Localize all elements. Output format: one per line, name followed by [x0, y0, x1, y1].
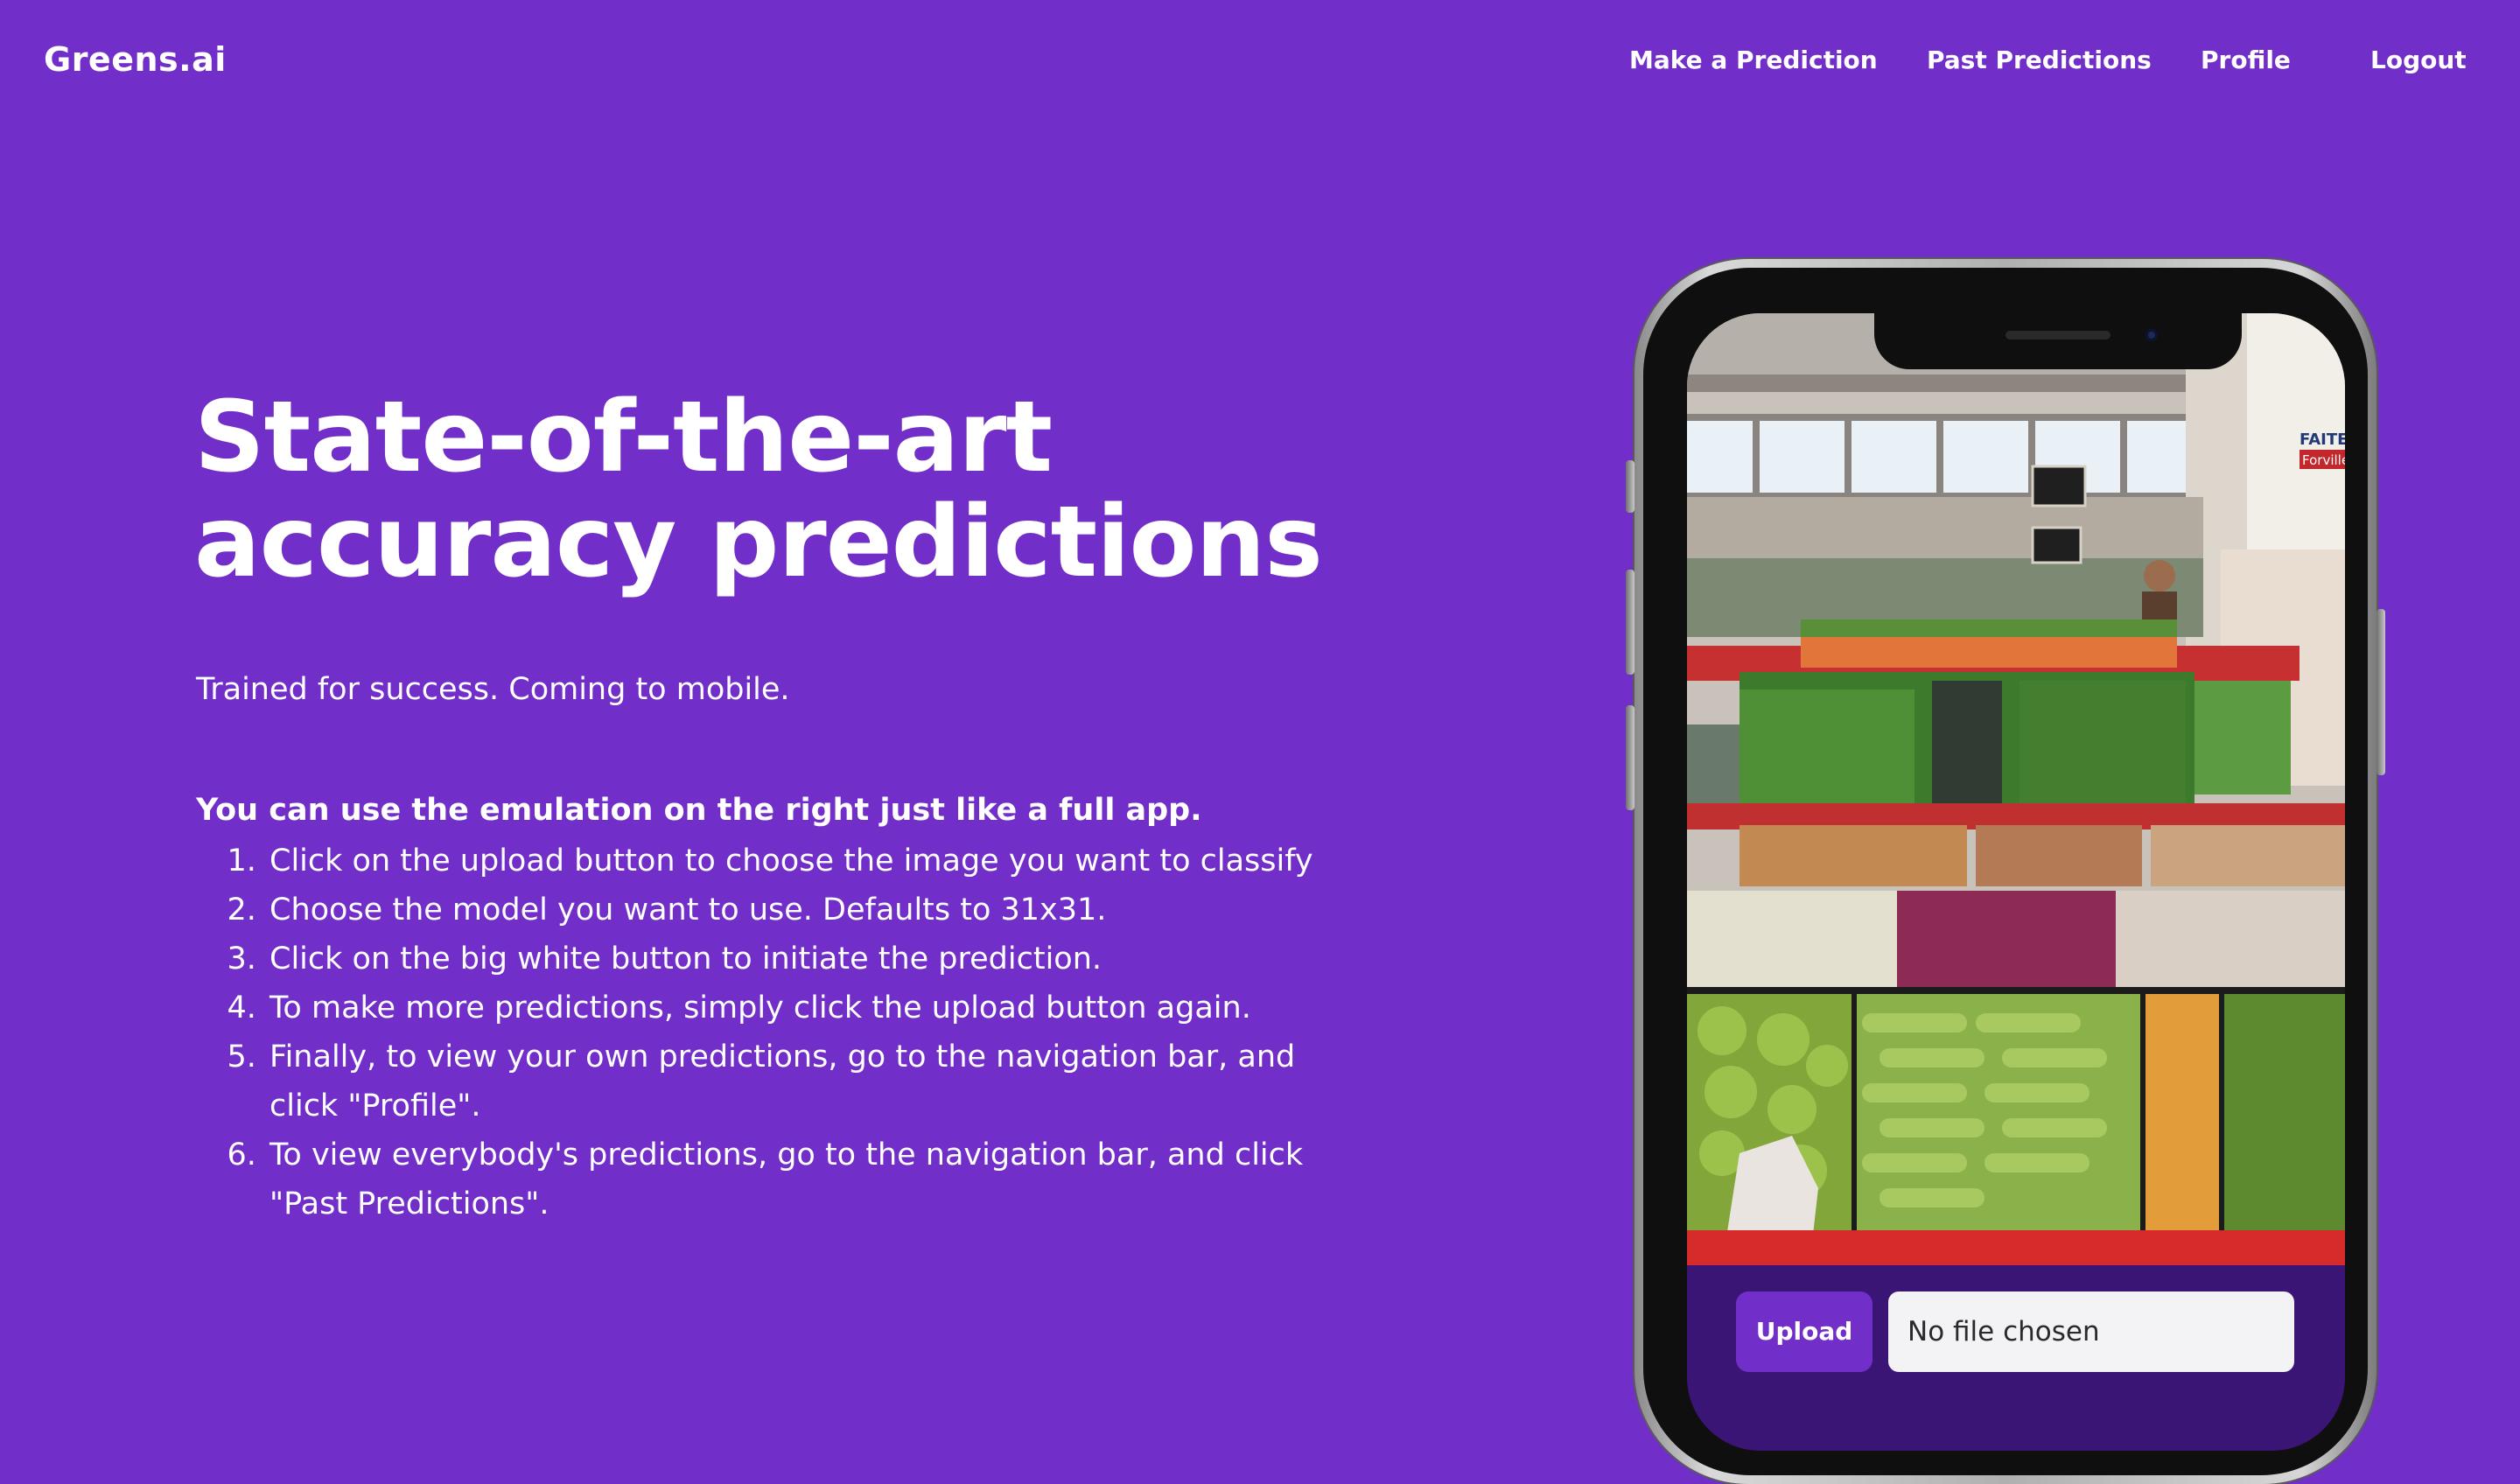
hero-title-line1: State-of-the-art	[194, 381, 1053, 494]
instruction-step: Choose the model you want to use. Defaul…	[266, 886, 1334, 934]
instruction-step: Click on the upload button to choose the…	[266, 836, 1334, 886]
phone-bezel: FAITES Forville	[1643, 268, 2368, 1475]
market-photo: FAITES Forville	[1687, 313, 2345, 1265]
phone-volume-up-button	[1626, 570, 1634, 675]
phone-mute-switch	[1626, 460, 1634, 513]
hero-subtitle: Trained for success. Coming to mobile.	[196, 672, 790, 707]
instruction-step: Click on the big white button to initiat…	[266, 934, 1334, 984]
upload-button[interactable]: Upload	[1736, 1292, 1872, 1372]
nav-past-predictions[interactable]: Past Predictions	[1927, 46, 2152, 74]
camera-icon	[2146, 329, 2158, 341]
nav-profile[interactable]: Profile	[2201, 46, 2291, 74]
instructions: You can use the emulation on the right j…	[196, 788, 1334, 1228]
upload-panel: Upload No file chosen	[1687, 1265, 2345, 1451]
nav-make-prediction[interactable]: Make a Prediction	[1629, 46, 1878, 74]
photo-sign-text: FAITES	[2300, 430, 2345, 449]
brand-logo[interactable]: Greens.ai	[44, 40, 227, 79]
file-input[interactable]: No file chosen	[1888, 1292, 2294, 1372]
instruction-step: To make more predictions, simply click t…	[266, 984, 1334, 1032]
instruction-step: To view everybody's predictions, go to t…	[266, 1130, 1334, 1228]
nav-logout[interactable]: Logout	[2370, 46, 2467, 74]
hero-title-line2: accuracy predictions	[194, 486, 1323, 599]
phone-notch	[1874, 313, 2242, 369]
speaker-grille	[2006, 331, 2110, 340]
phone-volume-down-button	[1626, 705, 1634, 810]
instruction-step: Finally, to view your own predictions, g…	[266, 1032, 1334, 1130]
phone-power-button	[2376, 609, 2385, 775]
phone-emulator: FAITES Forville	[1626, 259, 2385, 1484]
instructions-steps: Click on the upload button to choose the…	[196, 836, 1334, 1228]
instructions-heading: You can use the emulation on the right j…	[196, 793, 1202, 828]
hero-title: State-of-the-art accuracy predictions	[194, 385, 1332, 595]
phone-screen: FAITES Forville	[1687, 313, 2345, 1451]
photo-sign-subtext: Forville	[2302, 452, 2345, 468]
navbar: Greens.ai Make a Prediction Past Predict…	[0, 0, 2520, 122]
